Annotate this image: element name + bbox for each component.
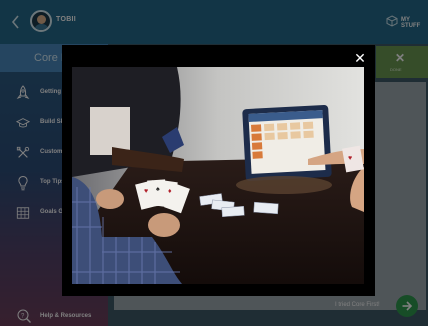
svg-text:♦: ♦ xyxy=(168,188,172,195)
close-icon[interactable]: ✕ xyxy=(352,50,368,66)
video-frame[interactable]: ♥ ♠ ♦ ♥ xyxy=(72,67,364,284)
video-modal: ✕ ♥ ♠ ♦ ♥ xyxy=(62,45,375,296)
svg-text:♠: ♠ xyxy=(156,186,160,193)
app-window: TOBII MY STUFF Core F Getting Build Sk xyxy=(0,0,428,326)
svg-text:♥: ♥ xyxy=(144,188,148,195)
svg-text:♥: ♥ xyxy=(348,155,352,162)
video-still-image: ♥ ♠ ♦ ♥ xyxy=(72,67,364,284)
